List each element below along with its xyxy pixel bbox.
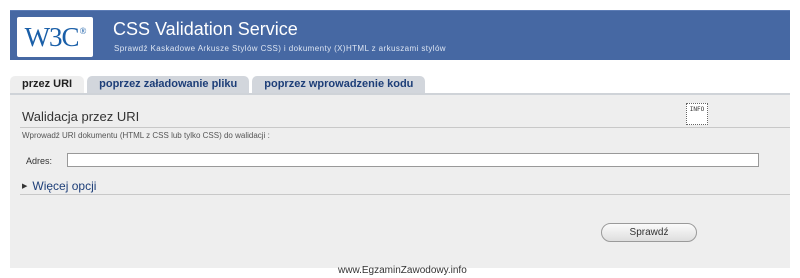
w3c-logo[interactable]: W3C ® xyxy=(17,17,93,57)
tab-by-direct-input[interactable]: poprzez wprowadzenie kodu xyxy=(252,76,426,93)
tab-by-file-upload[interactable]: poprzez załadowanie pliku xyxy=(87,76,250,93)
uri-hint: Wprowadź URI dokumentu (HTML z CSS lub t… xyxy=(22,131,270,140)
divider xyxy=(20,127,790,128)
watermark-text: www.EgzaminZawodowy.info xyxy=(338,265,467,276)
panel-title: Walidacja przez URI xyxy=(22,109,140,124)
address-label: Adres: xyxy=(26,156,53,166)
divider xyxy=(20,194,790,195)
more-options-label: Więcej opcji xyxy=(32,179,97,193)
registered-mark: ® xyxy=(79,26,87,36)
validation-panel: Walidacja przez URI Wprowadź URI dokumen… xyxy=(10,93,790,268)
service-subtitle: Sprawdź Kaskadowe Arkusze Stylów CSS) i … xyxy=(114,44,446,53)
service-title: CSS Validation Service xyxy=(113,19,298,39)
info-icon-label: INFO xyxy=(689,106,705,113)
more-options-toggle[interactable]: ▶ Więcej opcji xyxy=(22,179,96,193)
header-banner: W3C ® CSS Validation Service Sprawdź Kask… xyxy=(10,10,790,60)
tab-bar: przez URI poprzez załadowanie pliku popr… xyxy=(10,76,426,93)
check-button[interactable]: Sprawdź xyxy=(601,223,697,242)
address-input[interactable] xyxy=(67,153,759,167)
info-icon[interactable]: INFO xyxy=(686,103,708,125)
triangle-right-icon: ▶ xyxy=(22,183,28,190)
w3c-logo-text: W3C xyxy=(24,21,80,52)
tab-by-uri[interactable]: przez URI xyxy=(10,76,85,93)
